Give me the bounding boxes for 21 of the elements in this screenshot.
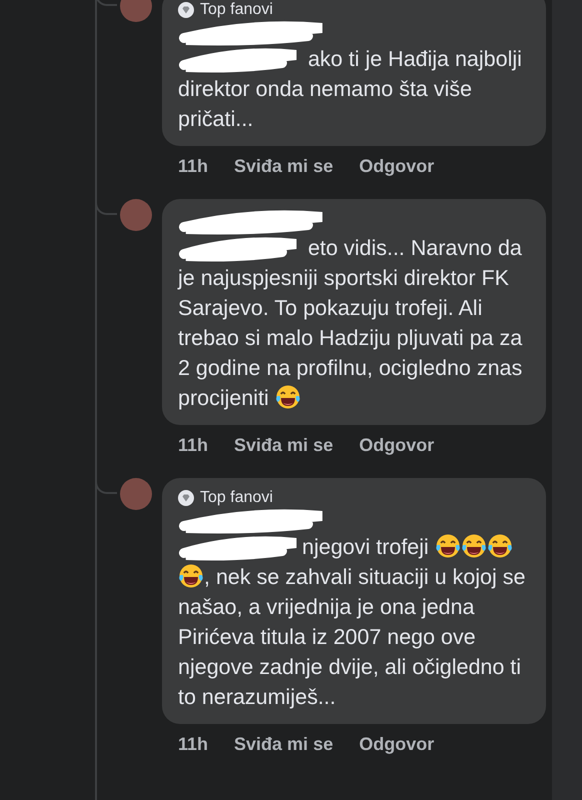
timestamp: 11h (178, 156, 208, 177)
like-link[interactable]: Sviđa mi se (234, 435, 334, 456)
laughing-emoji-icon (486, 533, 513, 559)
avatar-photo (120, 199, 152, 231)
timestamp: 11h (178, 734, 208, 755)
like-link[interactable]: Sviđa mi se (234, 156, 334, 177)
badge-label: Top fanovi (200, 1, 273, 19)
laughing-emoji-icon (434, 533, 461, 559)
timestamp: 11h (178, 435, 208, 456)
laughing-emoji-icon (274, 384, 301, 410)
reply-link[interactable]: Odgovor (359, 156, 434, 177)
comment-text: njegovi trofeji , nek se zahvali situaciji u kojoj se našao, a vrijednija je ona jedna Pirićeva titula iz 2007 nego ove njegove zadnje dvije, ali očigledno ti to nerazumiješ... (178, 532, 526, 711)
comment-text: eto vidis... Naravno da je najuspjesniji sportski direktor FK Sarajevo. To pokazuju trofeji. Ali trebao si malo Hadziju pljuvati pa za 2 godine na profilnu, ocigledno znas procijeniti (178, 235, 524, 412)
reply-link[interactable]: Odgovor (359, 435, 434, 456)
like-link[interactable]: Sviđa mi se (234, 734, 334, 755)
avatar-photo (120, 478, 152, 510)
comment-text: ako ti je Hađija najbolji direktor onda nemamo šta više pričati... (178, 46, 523, 133)
laughing-emoji-icon (178, 563, 204, 589)
badge-label: Top fanovi (200, 489, 273, 507)
laughing-emoji-icon (460, 533, 487, 559)
reply-link[interactable]: Odgovor (359, 734, 434, 755)
